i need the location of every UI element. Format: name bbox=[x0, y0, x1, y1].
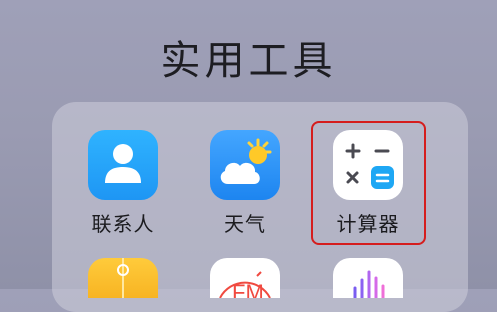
weather-icon bbox=[210, 130, 280, 200]
app-recorder-partial[interactable] bbox=[313, 258, 423, 298]
fm-radio-icon: FM bbox=[210, 258, 280, 298]
app-notes-partial[interactable] bbox=[68, 258, 178, 298]
app-label-contacts: 联系人 bbox=[91, 212, 155, 236]
calculator-highlight-box bbox=[311, 121, 426, 245]
fm-label: FM bbox=[232, 280, 264, 298]
app-contacts[interactable]: 联系人 bbox=[68, 130, 178, 237]
contacts-icon bbox=[88, 130, 158, 200]
app-weather[interactable]: 天气 bbox=[190, 130, 300, 237]
app-fm-radio-partial[interactable]: FM bbox=[190, 258, 300, 298]
app-label-weather: 天气 bbox=[224, 212, 266, 236]
sound-recorder-icon bbox=[333, 258, 403, 298]
notes-icon bbox=[88, 258, 158, 298]
folder-title: 实用工具 bbox=[160, 38, 337, 84]
